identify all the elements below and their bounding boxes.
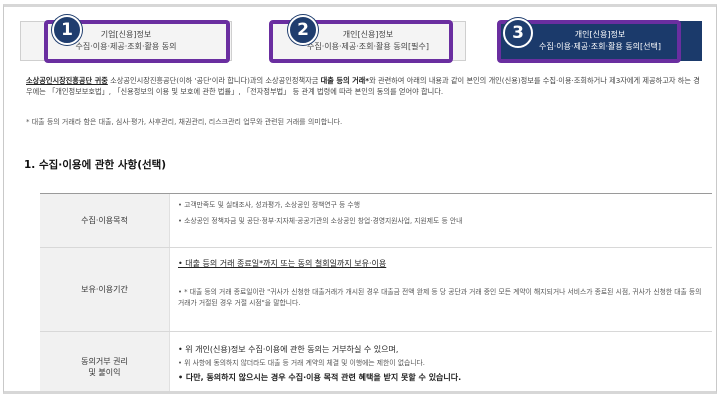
content-line: • 고객만족도 및 실태조사, 성과평가, 소상공인 정책연구 등 수행 [178, 201, 360, 209]
intro-paragraph: 소상공인시장진흥공단 귀중 소상공인시장진흥공단(이하 '공단'이라 합니다)과… [26, 75, 706, 97]
step-badge-3: 3 [503, 18, 533, 48]
consent-panel: 기업[신용]정보 수집·이용·제공·조회·활용 동의 개인[신용]정보 수집·이… [3, 4, 717, 394]
row-content: • 고객만족도 및 실태조사, 성과평가, 소상공인 정책연구 등 수행 • 소… [170, 194, 712, 247]
content-line: • 대출 등의 거래 종료일*까지 또는 동의 철회일까지 보유·이용 [178, 259, 387, 268]
footnote: * 대출 등의 거래라 함은 대출, 심사·평가, 사후관리, 채권관리, 리스… [26, 118, 343, 126]
step-badge-1: 1 [52, 15, 82, 45]
row-header: 수집·이용목적 [40, 194, 170, 247]
row-header: 보유·이용기간 [40, 248, 170, 331]
table-row: 보유·이용기간 • 대출 등의 거래 종료일*까지 또는 동의 철회일까지 보유… [40, 248, 712, 332]
row-header: 동의거부 권리 및 불이익 [40, 332, 170, 391]
row-content: • 위 개인(신용)정보 수집·이용에 관한 동의는 거부하실 수 있으며, •… [170, 332, 712, 391]
content-line: • 소상공인 정책자금 및 공단·정부·지자체·공공기관의 소상공인 창업·경영… [178, 217, 463, 225]
row-content: • 대출 등의 거래 종료일*까지 또는 동의 철회일까지 보유·이용 • * … [170, 248, 712, 331]
content-line: • 다만, 동의하지 않으시는 경우 수집·이용 목적 관련 혜택을 받지 못할… [178, 373, 462, 382]
consent-table: 수집·이용목적 • 고객만족도 및 실태조사, 성과평가, 소상공인 정책연구 … [40, 193, 712, 391]
content-line: • 위 개인(신용)정보 수집·이용에 관한 동의는 거부하실 수 있으며, [178, 345, 399, 354]
intro-text: 소상공인시장진흥공단(이하 '공단'이라 합니다)과의 소상공인정책자금 [107, 76, 321, 85]
table-row: 수집·이용목적 • 고객만족도 및 실태조사, 성과평가, 소상공인 정책연구 … [40, 194, 712, 248]
content-line: • * 대출 등의 거래 종료일이란 "귀사가 신청한 대출거래가 개시된 경우… [178, 288, 702, 307]
content-line: • 위 사항에 동의하지 않더라도 대출 등 거래 계약의 체결 및 이행에는 … [178, 359, 425, 367]
org-name: 소상공인시장진흥공단 귀중 [26, 76, 108, 85]
section-title: 1. 수집·이용에 관한 사항(선택) [24, 159, 167, 171]
intro-bold: 대출 등의 거래* [320, 76, 370, 85]
step-badge-2: 2 [288, 15, 318, 45]
table-row: 동의거부 권리 및 불이익 • 위 개인(신용)정보 수집·이용에 관한 동의는… [40, 332, 712, 391]
